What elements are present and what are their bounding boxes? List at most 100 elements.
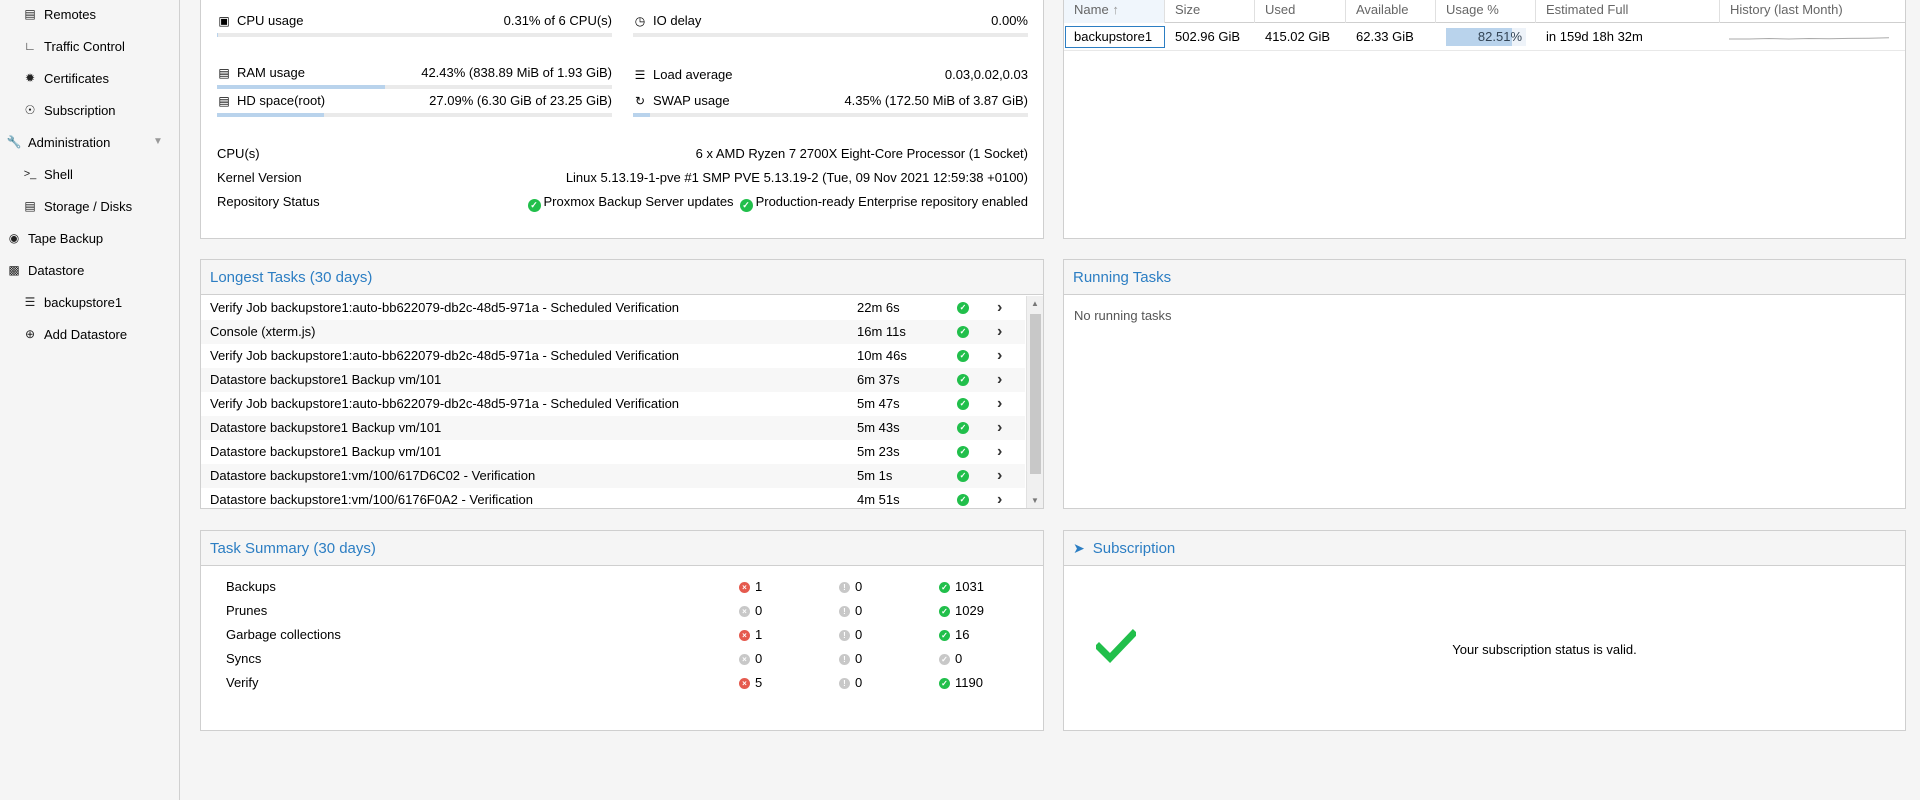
open-task-icon[interactable]: › — [997, 368, 1002, 392]
summary-ok-count[interactable]: ✓ 1190 — [939, 671, 983, 695]
summary-label: Syncs — [226, 651, 262, 666]
sidebar-item-label: Shell — [44, 166, 73, 182]
summary-error-count[interactable]: × 0 — [739, 599, 762, 623]
check-circle-icon: ✓ — [939, 677, 950, 689]
summary-warning-count[interactable]: ! 0 — [839, 623, 862, 647]
sidebar-item-remotes[interactable]: ▤ Remotes — [22, 0, 96, 30]
summary-error-count[interactable]: × 1 — [739, 623, 762, 647]
summary-error-count[interactable]: × 0 — [739, 647, 762, 671]
stat-label: IO delay — [653, 13, 702, 28]
sidebar-item-traffic-control[interactable]: ∟ Traffic Control — [22, 30, 125, 62]
table-row[interactable]: backupstore1 502.96 GiB 415.02 GiB 62.33… — [1064, 23, 1905, 51]
scrollbar-thumb[interactable] — [1030, 314, 1041, 474]
task-row[interactable]: Console (xterm.js) 16m 11s ✓ › — [201, 320, 1025, 344]
cell-used: 415.02 GiB — [1265, 29, 1331, 44]
summary-count: 1029 — [955, 603, 984, 618]
usage-value: 82.51% — [1477, 29, 1522, 44]
column-header-available[interactable]: Available — [1346, 0, 1436, 23]
sidebar-item-subscription[interactable]: ☉ Subscription — [22, 94, 116, 126]
summary-count: 0 — [855, 627, 863, 642]
summary-warning-count[interactable]: ! 0 — [839, 647, 862, 671]
task-name: Verify Job backupstore1:auto-bb622079-db… — [210, 300, 680, 315]
column-header-used[interactable]: Used — [1255, 0, 1346, 23]
sidebar-item-label: backupstore1 — [44, 294, 123, 310]
task-row[interactable]: Verify Job backupstore1:auto-bb622079-db… — [201, 344, 1025, 368]
sidebar-item-label: Certificates — [44, 70, 110, 86]
cpu-usage-stat: ▣ CPU usage 0.31% of 6 CPU(s) — [217, 13, 612, 37]
sort-asc-icon: ↑ — [1112, 2, 1119, 17]
scroll-down-icon[interactable]: ▼ — [1031, 496, 1039, 505]
column-header-name[interactable]: Name ↑ — [1064, 0, 1165, 23]
warning-icon: ! — [839, 629, 850, 641]
summary-warning-count[interactable]: ! 0 — [839, 599, 862, 623]
warning-icon: ! — [839, 581, 850, 593]
load-average-stat: ☰ Load average 0.03,0.02,0.03 — [633, 67, 1028, 91]
task-list: Verify Job backupstore1:auto-bb622079-db… — [201, 296, 1025, 508]
chevron-down-icon[interactable]: ▼ — [153, 136, 163, 147]
task-row[interactable]: Verify Job backupstore1:auto-bb622079-db… — [201, 392, 1025, 416]
task-duration: 5m 43s — [857, 420, 900, 435]
open-task-icon[interactable]: › — [997, 392, 1002, 416]
summary-label: Verify — [226, 675, 259, 690]
summary-warning-count[interactable]: ! 0 — [839, 575, 862, 599]
check-circle-icon: ✓ — [939, 605, 950, 617]
sidebar-item-add-datastore[interactable]: ⊕ Add Datastore — [22, 318, 127, 350]
task-name: Console (xterm.js) — [210, 324, 316, 339]
column-header-usage[interactable]: Usage % — [1436, 0, 1536, 23]
sidebar-item-storage-disks[interactable]: ▤ Storage / Disks — [22, 190, 132, 222]
task-name: Verify Job backupstore1:auto-bb622079-db… — [210, 396, 680, 411]
sidebar-item-datastore[interactable]: ▩ Datastore — [6, 254, 84, 286]
summary-ok-count[interactable]: ✓ 16 — [939, 623, 969, 647]
sidebar-item-tape-backup[interactable]: ◉ Tape Backup — [6, 222, 103, 254]
summary-count: 16 — [955, 627, 970, 642]
open-task-icon[interactable]: › — [997, 440, 1002, 464]
hdd-icon: ▤ — [218, 93, 230, 108]
open-task-icon[interactable]: › — [997, 296, 1002, 320]
swap-usage-bar — [633, 113, 1028, 117]
summary-error-count[interactable]: × 1 — [739, 575, 762, 599]
stat-value: 27.09% (6.30 GiB of 23.25 GiB) — [429, 93, 612, 108]
repository-status-row: Repository Status ✓ Proxmox Backup Server… — [217, 194, 1028, 214]
stat-value: 0.31% of 6 CPU(s) — [503, 13, 612, 28]
task-row[interactable]: Datastore backupstore1:vm/100/617D6C02 -… — [201, 464, 1025, 488]
summary-ok-count[interactable]: ✓ 1031 — [939, 575, 984, 599]
open-task-icon[interactable]: › — [997, 320, 1002, 344]
scrollbar[interactable]: ▲ ▼ — [1026, 296, 1043, 508]
sidebar-item-certificates[interactable]: ✹ Certificates — [22, 62, 109, 94]
task-row[interactable]: Verify Job backupstore1:auto-bb622079-db… — [201, 296, 1025, 320]
summary-count: 1190 — [955, 675, 983, 690]
task-row[interactable]: Datastore backupstore1 Backup vm/101 6m 3… — [201, 368, 1025, 392]
column-header-history[interactable]: History (last Month) — [1720, 0, 1907, 23]
sidebar-item-shell[interactable]: >_ Shell — [22, 158, 73, 190]
summary-row: Syncs × 0 ! 0 ✓ 0 — [201, 647, 1043, 671]
summary-ok-count[interactable]: ✓ 0 — [939, 647, 962, 671]
sidebar-item-administration[interactable]: 🔧 Administration — [6, 126, 111, 158]
summary-count: 0 — [955, 651, 963, 666]
task-row[interactable]: Datastore backupstore1 Backup vm/101 5m 4… — [201, 416, 1025, 440]
summary-count: 5 — [755, 675, 763, 690]
open-task-icon[interactable]: › — [997, 344, 1002, 368]
ram-usage-stat: ▤ RAM usage 42.43% (838.89 MiB of 1.93 Gi… — [217, 65, 612, 89]
task-row[interactable]: Datastore backupstore1 Backup vm/101 5m 2… — [201, 440, 1025, 464]
summary-label: Prunes — [226, 603, 268, 618]
info-value: Linux 5.13.19-1-pve #1 SMP PVE 5.13.19-2… — [565, 170, 1028, 185]
panel-header: ➤ Subscription — [1064, 531, 1905, 566]
open-task-icon[interactable]: › — [997, 416, 1002, 440]
panel-title: Task Summary (30 days) — [201, 531, 1043, 566]
column-header-estimated-full[interactable]: Estimated Full — [1536, 0, 1720, 23]
summary-ok-count[interactable]: ✓ 1029 — [939, 599, 984, 623]
task-row[interactable]: Datastore backupstore1:vm/100/6176F0A2 -… — [201, 488, 1025, 508]
task-name: Datastore backupstore1 Backup vm/101 — [210, 372, 442, 387]
summary-error-count[interactable]: × 5 — [739, 671, 762, 695]
database-icon: ☰ — [24, 295, 36, 309]
panel-title: Subscription — [1092, 539, 1176, 557]
column-header-size[interactable]: Size — [1165, 0, 1255, 23]
open-task-icon[interactable]: › — [997, 488, 1002, 508]
server-status-panel: ▣ CPU usage 0.31% of 6 CPU(s) ◷ IO delay 0… — [200, 0, 1044, 239]
scroll-up-icon[interactable]: ▲ — [1031, 299, 1039, 308]
task-name: Verify Job backupstore1:auto-bb622079-db… — [210, 348, 680, 363]
sidebar-item-backupstore1[interactable]: ☰ backupstore1 — [22, 286, 122, 318]
disk-icon: ▤ — [24, 199, 36, 213]
open-task-icon[interactable]: › — [997, 464, 1002, 488]
summary-warning-count[interactable]: ! 0 — [839, 671, 862, 695]
